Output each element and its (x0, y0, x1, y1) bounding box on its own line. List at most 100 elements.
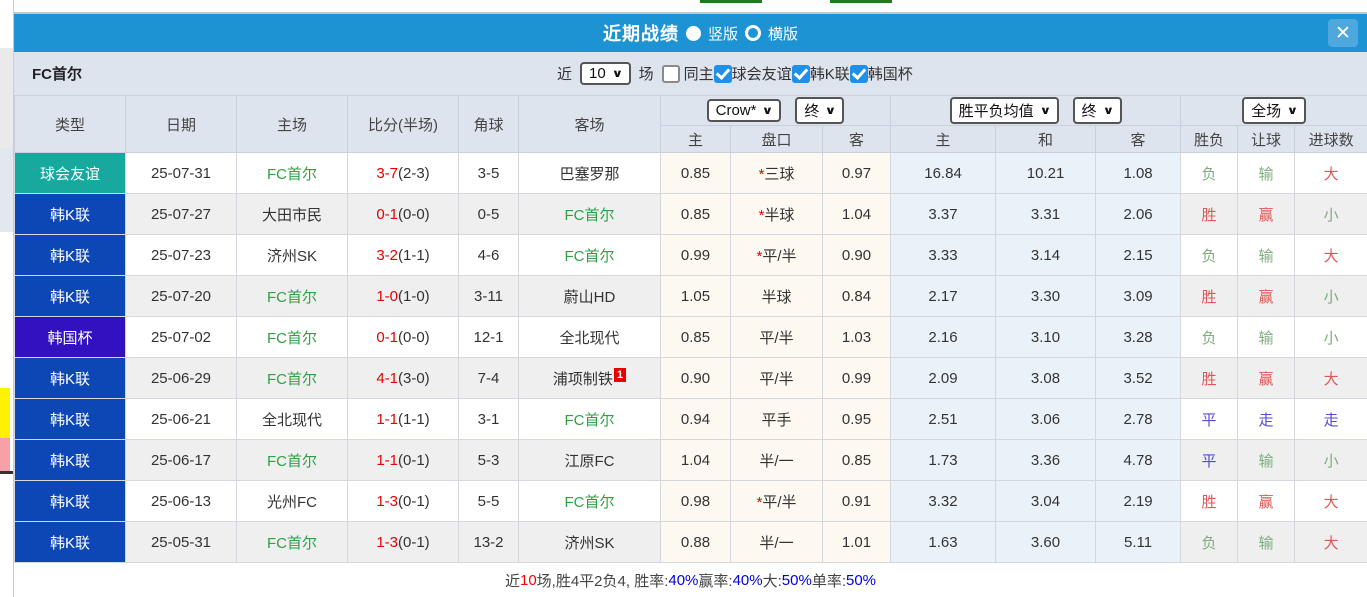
goals-outcome-cell: 大 (1294, 480, 1367, 522)
avg-draw-cell: 3.60 (995, 521, 1097, 563)
background-fragment-pink (0, 438, 10, 471)
home-team-cell: FC首尔 (236, 316, 348, 358)
vertical-layout-label[interactable]: 竖版 (708, 23, 738, 44)
background-fragment-line (0, 471, 13, 474)
avg-draw-cell: 3.10 (995, 316, 1097, 358)
odds-period-select[interactable]: 终 ∨ (795, 97, 845, 124)
summary-part: 50% (781, 572, 812, 589)
type-cell: 韩K联 (14, 357, 126, 399)
horizontal-layout-radio[interactable] (745, 25, 761, 41)
background-fragment-yellow (0, 388, 10, 438)
horizontal-layout-label[interactable]: 横版 (768, 23, 798, 44)
odds-away-cell: 0.85 (821, 439, 892, 481)
chevron-down-icon: ∨ (825, 105, 837, 117)
friendly-filter-label[interactable]: 球会友谊 (732, 63, 792, 84)
same-home-checkbox[interactable] (661, 64, 680, 83)
home-team-cell: FC首尔 (236, 275, 348, 317)
kleague-filter-label[interactable]: 韩K联 (810, 63, 850, 84)
handicap-outcome-cell: 输 (1237, 439, 1296, 481)
match-row: 韩国杯 25-07-02 FC首尔 0-1(0-0) 12-1 全北现代 0.8… (14, 316, 1367, 358)
avg-draw-cell: 3.04 (995, 480, 1097, 522)
type-cell: 韩国杯 (14, 316, 126, 358)
same-home-label: 同主 (683, 66, 714, 83)
outcome-cell: 负 (1180, 316, 1239, 358)
home-team-cell: FC首尔 (236, 439, 348, 481)
home-team-cell: 大田市民 (236, 193, 348, 235)
goals-outcome-cell: 小 (1294, 275, 1367, 317)
goals-outcome-cell: 小 (1294, 316, 1367, 358)
result-header-outcome: 胜负 (1180, 125, 1239, 153)
chevron-down-icon: ∨ (1102, 105, 1114, 117)
avg-draw-cell: 3.31 (995, 193, 1097, 235)
corners-cell: 4-6 (458, 234, 519, 276)
match-row: 韩K联 25-06-21 全北现代 1-1(1-1) 3-1 FC首尔 0.94… (14, 398, 1367, 440)
type-cell: 韩K联 (14, 193, 126, 235)
bookmaker-select[interactable]: Crow* ∨ (706, 99, 782, 122)
match-row: 韩K联 25-06-17 FC首尔 1-1(0-1) 5-3 江原FC 1.04… (14, 439, 1367, 481)
odds-away-cell: 1.03 (821, 316, 892, 358)
avg-away-cell: 2.78 (1095, 398, 1182, 440)
away-team-cell: FC首尔 (518, 398, 661, 440)
date-cell: 25-06-13 (125, 480, 237, 522)
date-cell: 25-07-27 (125, 193, 237, 235)
avg-draw-cell: 3.06 (995, 398, 1097, 440)
title-group: 近期战绩 竖版 横版 (603, 20, 798, 46)
avg-header-group: 胜平负均值 ∨ 终 ∨ (890, 95, 1182, 126)
home-team-cell: FC首尔 (236, 152, 348, 194)
corners-cell: 3-11 (458, 275, 519, 317)
avg-home-cell: 3.37 (890, 193, 997, 235)
vertical-layout-radio[interactable] (685, 25, 701, 41)
scope-select[interactable]: 全场 ∨ (1242, 97, 1307, 124)
away-team-cell: 江原FC (518, 439, 661, 481)
score-cell: 1-1(0-1) (347, 439, 459, 481)
odds-away-cell: 1.01 (821, 521, 892, 563)
type-cell: 韩K联 (14, 439, 126, 481)
outcome-cell: 平 (1180, 439, 1239, 481)
matches-label: 场 (638, 66, 654, 83)
results-table: 类型 日期 主场 比分(半场) 角球 客场 Crow* ∨ 终 ∨ 胜平负均值 … (14, 95, 1367, 563)
goals-outcome-cell: 走 (1294, 398, 1367, 440)
background-link-underline (830, 0, 892, 3)
odds-home-cell: 0.99 (660, 234, 731, 276)
recent-count-select[interactable]: 10 ∨ (580, 62, 631, 85)
friendly-filter-checkbox[interactable] (713, 64, 732, 83)
score-cell: 0-1(0-0) (347, 316, 459, 358)
chevron-down-icon: ∨ (1286, 105, 1299, 117)
summary-part: 大: (762, 573, 782, 590)
close-icon[interactable]: ✕ (1328, 19, 1358, 47)
korea-cup-filter-label[interactable]: 韩国杯 (868, 63, 913, 84)
match-row: 韩K联 25-06-29 FC首尔 4-1(3-0) 7-4 浦项制铁 1 0.9… (14, 357, 1367, 399)
avg-home-cell: 3.33 (890, 234, 997, 276)
type-cell: 球会友谊 (14, 152, 126, 194)
score-cell: 3-7(2-3) (347, 152, 459, 194)
avg-home-cell: 16.84 (890, 152, 997, 194)
background-link-underline (700, 0, 762, 3)
date-cell: 25-06-21 (125, 398, 237, 440)
avg-sub-header-home: 主 (890, 125, 997, 153)
odds-header-group: Crow* ∨ 终 ∨ (659, 95, 892, 126)
kleague-filter-checkbox[interactable] (791, 64, 810, 83)
background-fragment (0, 48, 13, 148)
score-cell: 1-0(1-0) (347, 275, 459, 317)
odds-home-cell: 1.05 (660, 275, 731, 317)
summary-part: 单率: (811, 573, 846, 590)
summary-part: 近 (504, 573, 520, 590)
avg-home-cell: 2.51 (890, 398, 997, 440)
corners-cell: 13-2 (458, 521, 519, 563)
odds-home-cell: 0.94 (660, 398, 731, 440)
korea-cup-filter-checkbox[interactable] (849, 64, 868, 83)
home-team-cell: 济州SK (236, 234, 348, 276)
goals-outcome-cell: 小 (1294, 193, 1367, 235)
avg-type-select[interactable]: 胜平负均值 ∨ (949, 97, 1059, 124)
filter-bar: FC首尔 近 10 ∨ 场 同主 球会友谊 韩K联 韩国杯 (14, 52, 1367, 95)
filter-controls: 近 10 ∨ 场 同主 球会友谊 韩K联 韩国杯 (557, 62, 913, 85)
corners-cell: 12-1 (458, 316, 519, 358)
date-cell: 25-06-29 (125, 357, 237, 399)
date-cell: 25-07-20 (125, 275, 237, 317)
odds-away-cell: 0.84 (821, 275, 892, 317)
avg-home-cell: 2.09 (890, 357, 997, 399)
type-cell: 韩K联 (14, 398, 126, 440)
avg-period-select[interactable]: 终 ∨ (1072, 97, 1122, 124)
odds-away-cell: 0.95 (821, 398, 892, 440)
type-cell: 韩K联 (14, 234, 126, 276)
